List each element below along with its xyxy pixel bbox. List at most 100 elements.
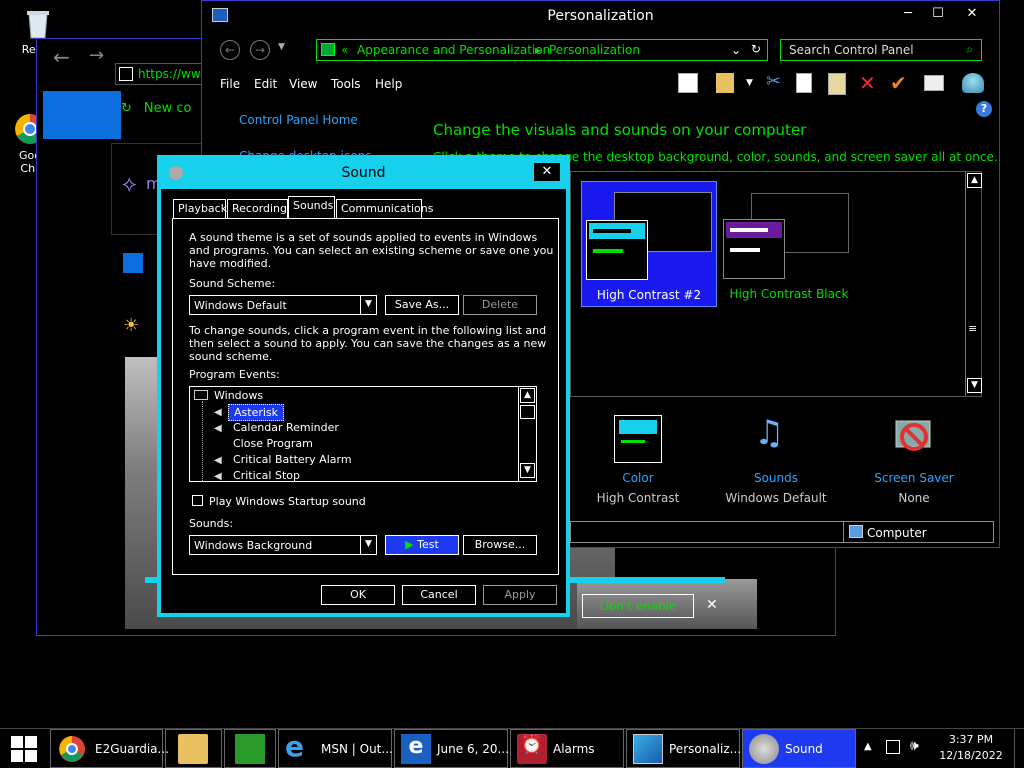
recent-pages-icon[interactable]: ▼ xyxy=(278,42,285,52)
delete-button[interactable]: Delete xyxy=(463,295,537,315)
properties-icon[interactable] xyxy=(924,75,944,91)
scroll-down-icon[interactable]: ▼ xyxy=(967,378,982,393)
windows-logo-icon xyxy=(11,736,37,762)
scroll-down-icon[interactable]: ▼ xyxy=(520,463,535,478)
event-critical-battery-alarm[interactable]: Critical Battery Alarm xyxy=(233,453,352,466)
scheme-label: Sound Scheme: xyxy=(189,277,276,290)
event-asterisk[interactable]: Asterisk xyxy=(228,404,285,421)
menu-view[interactable]: View xyxy=(289,77,317,91)
search-icon[interactable]: ⌕ xyxy=(966,42,973,57)
clock-date[interactable]: 12/18/2022 xyxy=(936,749,1006,762)
address-dropdown-icon[interactable]: ⌄ xyxy=(731,43,741,57)
close-button[interactable]: ✕ xyxy=(958,5,986,23)
speaker-icon: ◀ xyxy=(214,471,222,482)
forward-button[interactable]: → xyxy=(250,40,270,60)
theme-scrollbar[interactable]: ▲ ≡ ▼ xyxy=(965,172,982,396)
delete-icon[interactable]: ✕ xyxy=(859,71,876,95)
close-notification-icon[interactable]: ✕ xyxy=(706,597,718,613)
dont-enable-button[interactable]: Don't enable xyxy=(582,594,694,618)
cancel-button[interactable]: Cancel xyxy=(402,585,476,605)
show-desktop-button[interactable] xyxy=(1014,729,1024,768)
scroll-thumb[interactable] xyxy=(520,405,535,419)
paste-icon[interactable] xyxy=(828,73,846,95)
scroll-up-icon[interactable]: ▲ xyxy=(967,173,982,188)
test-button[interactable]: ▶ Test xyxy=(385,535,459,555)
title-bar[interactable]: Sound ✕ xyxy=(161,159,566,189)
taskbar-item-june[interactable]: e June 6, 20... xyxy=(394,729,509,768)
outlook-icon[interactable] xyxy=(123,253,143,273)
speaker-icon: ◀ xyxy=(214,407,222,418)
minimize-button[interactable]: ─ xyxy=(894,5,922,23)
dropdown-icon[interactable]: ▼ xyxy=(746,78,753,88)
cut-icon[interactable]: ✂ xyxy=(766,71,781,92)
refresh-icon[interactable]: ↻ xyxy=(121,101,132,116)
maximize-button[interactable]: ☐ xyxy=(924,5,952,23)
help-icon[interactable]: ? xyxy=(976,101,992,117)
theme-high-contrast-black[interactable]: High Contrast Black xyxy=(721,181,857,307)
tab-playback[interactable]: Playback xyxy=(173,199,227,218)
screen-saver-item[interactable]: Screen Saver None xyxy=(858,413,970,509)
chevron-down-icon[interactable]: ▼ xyxy=(360,296,376,314)
taskbar-item-store[interactable] xyxy=(224,729,276,768)
theme-high-contrast-2[interactable]: High Contrast #2 xyxy=(581,181,717,307)
scheme-select[interactable]: Windows Default ▼ xyxy=(189,295,377,315)
copy-icon[interactable] xyxy=(796,73,812,93)
startup-sound-label[interactable]: Play Windows Startup sound xyxy=(209,495,366,508)
menu-help[interactable]: Help xyxy=(375,77,402,91)
save-as-button[interactable]: Save As... xyxy=(385,295,459,315)
tab-recording[interactable]: Recording xyxy=(227,199,288,218)
taskbar-item-msn[interactable]: e MSN | Out... xyxy=(278,729,393,768)
forward-icon[interactable]: → xyxy=(89,45,104,66)
network-icon[interactable] xyxy=(886,740,900,754)
refresh-row[interactable]: ↻ New co xyxy=(121,101,192,116)
events-group-label[interactable]: Windows xyxy=(214,389,263,402)
taskbar-item-e2guardian[interactable]: E2Guardia... xyxy=(50,729,169,768)
sounds-item[interactable]: ♫ Sounds Windows Default xyxy=(720,413,832,509)
preview-bar xyxy=(593,249,623,253)
folder-options-icon[interactable] xyxy=(716,73,734,93)
back-icon[interactable]: ← xyxy=(53,45,70,69)
color-item[interactable]: Color High Contrast xyxy=(582,413,694,509)
title-bar[interactable]: Personalization ─ ☐ ✕ xyxy=(202,1,999,31)
event-close-program[interactable]: Close Program xyxy=(233,437,313,450)
apply-button[interactable]: Apply xyxy=(483,585,557,605)
tab-sounds[interactable]: Sounds xyxy=(288,196,335,219)
start-button[interactable] xyxy=(0,729,48,768)
taskbar-item-alarms[interactable]: ⏰ Alarms xyxy=(510,729,624,768)
chevron-down-icon[interactable]: ▼ xyxy=(360,536,376,554)
page-heading: Change the visuals and sounds on your co… xyxy=(433,121,807,139)
volume-icon[interactable]: 🕪 xyxy=(910,738,919,754)
browse-button[interactable]: Browse... xyxy=(463,535,537,555)
startup-sound-checkbox[interactable] xyxy=(192,495,203,506)
layout-icon[interactable] xyxy=(678,73,698,93)
taskbar-item-personalization[interactable]: Personaliz... xyxy=(626,729,741,768)
taskbar-item-sound[interactable]: Sound xyxy=(742,729,856,768)
tab-communications[interactable]: Communications xyxy=(336,199,433,218)
menu-file[interactable]: File xyxy=(220,77,240,91)
program-events-list[interactable]: Windows ◀ Asterisk ◀ Calendar Reminder C… xyxy=(189,386,537,482)
shell-icon[interactable] xyxy=(962,73,984,93)
screen-saver-label: Screen Saver xyxy=(874,471,954,485)
address-bar[interactable]: « Appearance and Personalization ▸ Perso… xyxy=(316,39,768,61)
refresh-icon[interactable]: ↻ xyxy=(751,42,761,56)
event-critical-stop[interactable]: Critical Stop xyxy=(233,469,300,482)
events-scrollbar[interactable]: ▲ ▼ xyxy=(518,387,535,481)
scroll-grip-icon[interactable]: ≡ xyxy=(968,322,977,335)
event-calendar-reminder[interactable]: Calendar Reminder xyxy=(233,421,339,434)
ok-button[interactable]: OK xyxy=(321,585,395,605)
checkmark-icon[interactable]: ✔ xyxy=(890,71,907,95)
scroll-up-icon[interactable]: ▲ xyxy=(520,388,535,403)
menu-edit[interactable]: Edit xyxy=(254,77,277,91)
sound-select[interactable]: Windows Background ▼ xyxy=(189,535,377,555)
close-button[interactable]: ✕ xyxy=(534,163,560,181)
control-panel-home-link[interactable]: Control Panel Home xyxy=(239,113,358,127)
search-input[interactable]: Search Control Panel ⌕ xyxy=(780,39,982,61)
show-hidden-icons-icon[interactable]: ▲ xyxy=(864,741,872,752)
clock-time[interactable]: 3:37 PM xyxy=(946,733,996,746)
file-explorer-icon xyxy=(178,734,208,764)
breadcrumb-personalization[interactable]: Personalization xyxy=(549,43,640,57)
taskbar-item-file-explorer[interactable] xyxy=(165,729,222,768)
menu-tools[interactable]: Tools xyxy=(331,77,361,91)
back-button[interactable]: ← xyxy=(220,40,240,60)
breadcrumb-appearance[interactable]: Appearance and Personalization xyxy=(357,43,550,57)
